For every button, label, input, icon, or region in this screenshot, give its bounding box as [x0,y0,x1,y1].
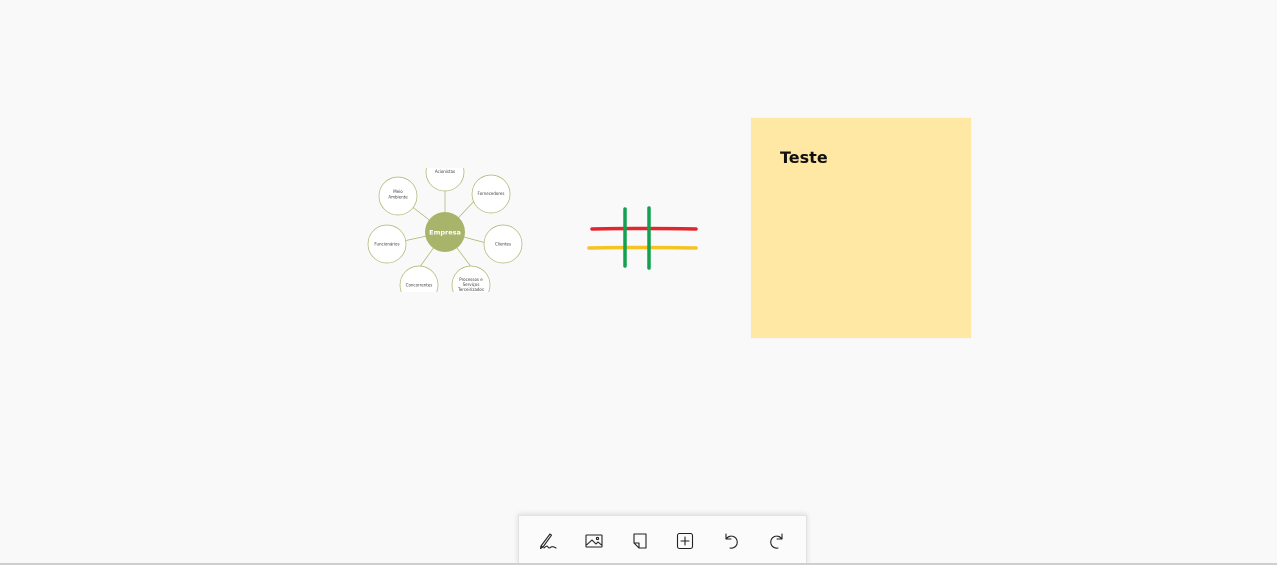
image-button[interactable] [576,523,612,559]
sticky-note-text[interactable]: Teste [780,148,828,167]
mindmap-image[interactable]: Empresa Acionistas Fornecedores Clientes… [364,168,528,292]
ink-stroke-yellow [587,245,698,250]
ink-drawing[interactable] [580,200,710,280]
mindmap-label-top: Acionistas [435,169,455,174]
whiteboard-canvas[interactable]: Empresa Acionistas Fornecedores Clientes… [0,0,1277,565]
redo-icon [770,532,783,549]
undo-icon [725,532,739,549]
note-icon [633,532,647,549]
ink-stroke-red [590,226,698,231]
mindmap-label-bottom-left: Concorrentes [406,283,433,288]
mindmap-label-top-right: Fornecedores [478,191,505,196]
mindmap-label-top-left-2: Ambiente [388,195,408,200]
mindmap-label-bottom-right-3: Terceirizados [457,287,484,292]
sticky-note-button[interactable] [622,523,658,559]
plus-square-icon [677,532,694,549]
mindmap-label-left: Funcionários [374,242,399,247]
redo-button[interactable] [759,523,795,559]
mindmap-label-right: Clientes [495,242,511,247]
undo-button[interactable] [713,523,749,559]
mindmap-label-top-left-1: Meio [393,189,403,194]
sticky-note[interactable]: Teste [751,118,971,338]
bottom-toolbar [518,515,807,565]
pen-tool-button[interactable] [530,523,566,559]
mindmap-node-bottom-left [399,265,439,292]
add-button[interactable] [667,523,703,559]
mindmap-center-label: Empresa [429,229,461,237]
image-icon [585,533,603,548]
pen-icon [539,532,557,549]
